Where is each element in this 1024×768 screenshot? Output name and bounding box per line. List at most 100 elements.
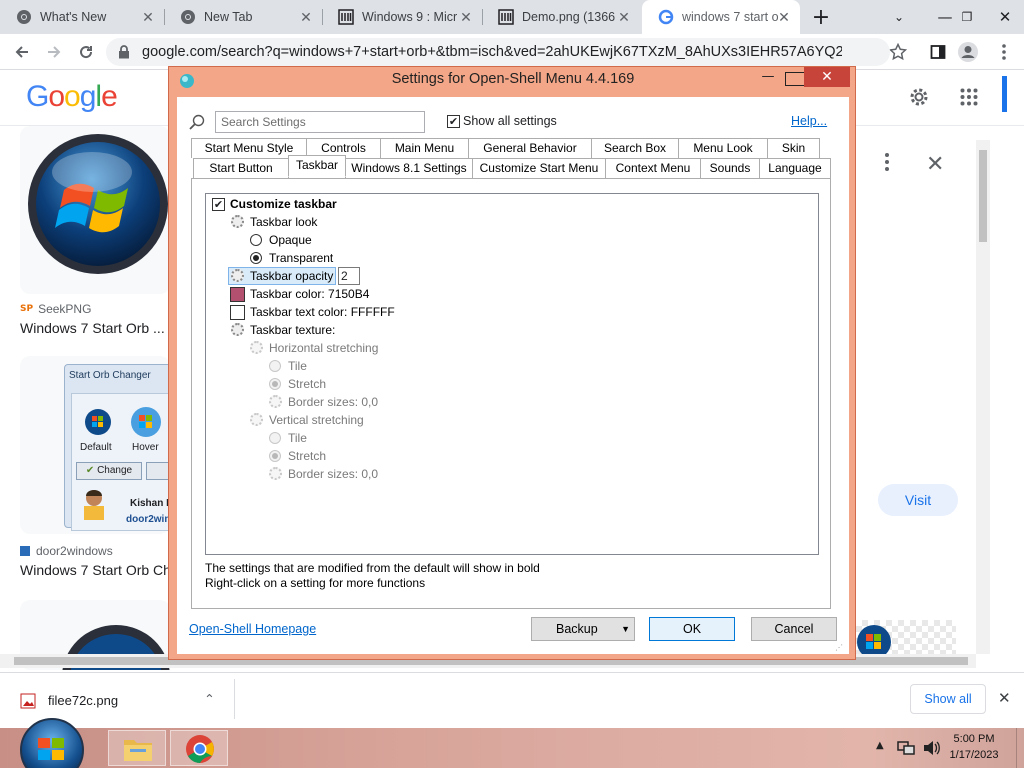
settings-tree[interactable]: ✔ Customize taskbar Taskbar look Opaque …	[205, 193, 819, 555]
close-tab-icon[interactable]: ✕	[298, 9, 314, 25]
back-button[interactable]	[8, 38, 36, 66]
chevron-up-icon[interactable]: ▲	[876, 740, 884, 751]
volume-icon[interactable]	[922, 740, 940, 756]
clock-date[interactable]: 1/17/2023	[946, 749, 1002, 761]
taskbar-color-swatch[interactable]	[230, 287, 245, 302]
tab-whats-new[interactable]: What's New ✕	[0, 0, 164, 34]
taskbar-text-color-label[interactable]: Taskbar text color: FFFFFF	[250, 303, 395, 321]
tab-windows9[interactable]: Windows 9 : Micr ✕	[322, 0, 482, 34]
result-title[interactable]: Windows 7 Start Orb Ch	[20, 562, 170, 578]
archive-icon	[338, 9, 354, 25]
download-bar: filee72c.png ⌄ Show all ✕	[0, 672, 1024, 728]
chrome-icon	[181, 10, 195, 24]
more-options-icon[interactable]	[884, 152, 890, 175]
close-preview-icon[interactable]: ✕	[926, 152, 944, 177]
side-panel-icon	[930, 45, 946, 59]
tab-skin[interactable]: Skin	[767, 138, 820, 158]
show-desktop-button[interactable]	[1016, 728, 1024, 768]
show-all-settings-label[interactable]: Show all settings	[463, 114, 557, 128]
vertical-scrollbar[interactable]	[976, 140, 990, 654]
orb-changer-body: Default Hover ✔ Change Kishan B door2win…	[71, 393, 181, 531]
search-icon	[189, 114, 205, 130]
taskbar-opacity-label[interactable]: Taskbar opacity	[250, 267, 333, 285]
show-all-downloads-button[interactable]: Show all	[910, 684, 986, 714]
settings-gear-icon	[231, 323, 244, 336]
tab-sounds[interactable]: Sounds	[700, 158, 760, 178]
opaque-label[interactable]: Opaque	[269, 231, 312, 249]
transparent-radio[interactable]	[250, 252, 262, 264]
settings-gear-icon	[231, 215, 244, 228]
tab-menu-look[interactable]: Menu Look	[678, 138, 768, 158]
settings-gear-icon[interactable]	[908, 86, 930, 111]
close-download-bar-icon[interactable]: ✕	[998, 689, 1011, 707]
profile-button[interactable]	[954, 38, 982, 66]
tab-start-button[interactable]: Start Button	[193, 158, 289, 178]
ok-button[interactable]: OK	[649, 617, 735, 641]
show-all-settings-checkbox[interactable]: ✔	[447, 115, 460, 128]
tab-demo-png[interactable]: Demo.png (1366 ✕	[482, 0, 640, 34]
network-icon[interactable]	[896, 740, 916, 756]
close-tab-icon[interactable]: ✕	[616, 9, 632, 25]
google-logo[interactable]: Google	[26, 80, 118, 114]
tab-google-search[interactable]: windows 7 start o ✕	[642, 0, 800, 34]
chrome-menu-button[interactable]	[990, 38, 1018, 66]
tab-new-tab[interactable]: New Tab ✕	[164, 0, 322, 34]
close-tab-icon[interactable]: ✕	[458, 9, 474, 25]
search-settings-input[interactable]: Search Settings	[215, 111, 425, 133]
url-text[interactable]: google.com/search?q=windows+7+start+orb+…	[142, 44, 842, 60]
customize-taskbar-checkbox[interactable]: ✔	[212, 198, 225, 211]
side-panel-button[interactable]	[924, 38, 952, 66]
taskbar-explorer-button[interactable]	[108, 730, 166, 766]
help-link[interactable]: Help...	[791, 114, 827, 128]
image-result-card[interactable]: Start Orb Changer Default Hover ✔ Change…	[20, 356, 181, 534]
reload-button[interactable]	[72, 38, 100, 66]
open-shell-homepage-link[interactable]: Open-Shell Homepage	[189, 622, 316, 636]
tab-general-behavior[interactable]: General Behavior	[468, 138, 592, 158]
forward-button[interactable]	[40, 38, 68, 66]
tab-windows-81-settings[interactable]: Windows 8.1 Settings	[345, 158, 473, 178]
cancel-button[interactable]: Cancel	[751, 617, 837, 641]
tab-context-menu[interactable]: Context Menu	[605, 158, 701, 178]
tab-language[interactable]: Language	[759, 158, 831, 178]
resize-grip-icon[interactable]: ⋰	[835, 643, 845, 653]
download-filename[interactable]: filee72c.png	[48, 693, 118, 708]
backup-button[interactable]: Backup ▼	[531, 617, 635, 641]
tab-customize-start-menu[interactable]: Customize Start Menu	[472, 158, 606, 178]
taskbar-look-label[interactable]: Taskbar look	[250, 213, 317, 231]
opaque-radio[interactable]	[250, 234, 262, 246]
lock-icon[interactable]	[118, 45, 130, 59]
taskbar-color-label[interactable]: Taskbar color: 7150B4	[250, 285, 369, 303]
taskbar-opacity-input[interactable]: 2	[338, 267, 360, 285]
transparent-label[interactable]: Transparent	[269, 249, 333, 267]
chevron-up-icon[interactable]: ⌄	[204, 690, 215, 705]
visit-button[interactable]: Visit	[878, 484, 958, 516]
author-name: Kishan B	[130, 498, 174, 509]
taskbar-texture-label[interactable]: Taskbar texture:	[250, 321, 335, 339]
tab-main-menu[interactable]: Main Menu	[380, 138, 469, 158]
result-source[interactable]: door2windows	[20, 544, 113, 558]
default-label: Default	[80, 442, 112, 453]
avatar-icon	[958, 42, 978, 62]
close-tab-icon[interactable]: ✕	[140, 9, 156, 25]
close-dialog-button[interactable]: ✕	[804, 67, 850, 87]
orb-changer-title: Start Orb Changer	[69, 370, 151, 381]
image-result-card[interactable]	[20, 126, 170, 294]
close-window-button[interactable]: ✕	[982, 0, 1024, 34]
apps-grid-icon[interactable]	[960, 88, 978, 109]
close-tab-icon[interactable]: ✕	[776, 9, 792, 25]
clock-time[interactable]: 5:00 PM	[946, 733, 1002, 745]
taskbar-chrome-button[interactable]	[170, 730, 228, 766]
minimize-button[interactable]: —	[753, 69, 783, 84]
result-title[interactable]: Windows 7 Start Orb ...	[20, 320, 170, 336]
scrollbar-thumb[interactable]	[979, 150, 987, 242]
change-button: ✔ Change	[76, 462, 142, 480]
new-tab-button[interactable]: +	[804, 0, 838, 34]
tab-search-box[interactable]: Search Box	[591, 138, 679, 158]
customize-taskbar-label[interactable]: Customize taskbar	[230, 195, 337, 213]
tab-taskbar[interactable]: Taskbar	[288, 155, 346, 177]
taskbar-text-color-swatch[interactable]	[230, 305, 245, 320]
chevron-down-icon[interactable]: ⌄	[876, 0, 922, 34]
start-orb-button[interactable]	[18, 716, 86, 768]
maximize-button[interactable]	[785, 72, 805, 86]
result-source[interactable]: SP SeekPNG	[20, 302, 91, 316]
